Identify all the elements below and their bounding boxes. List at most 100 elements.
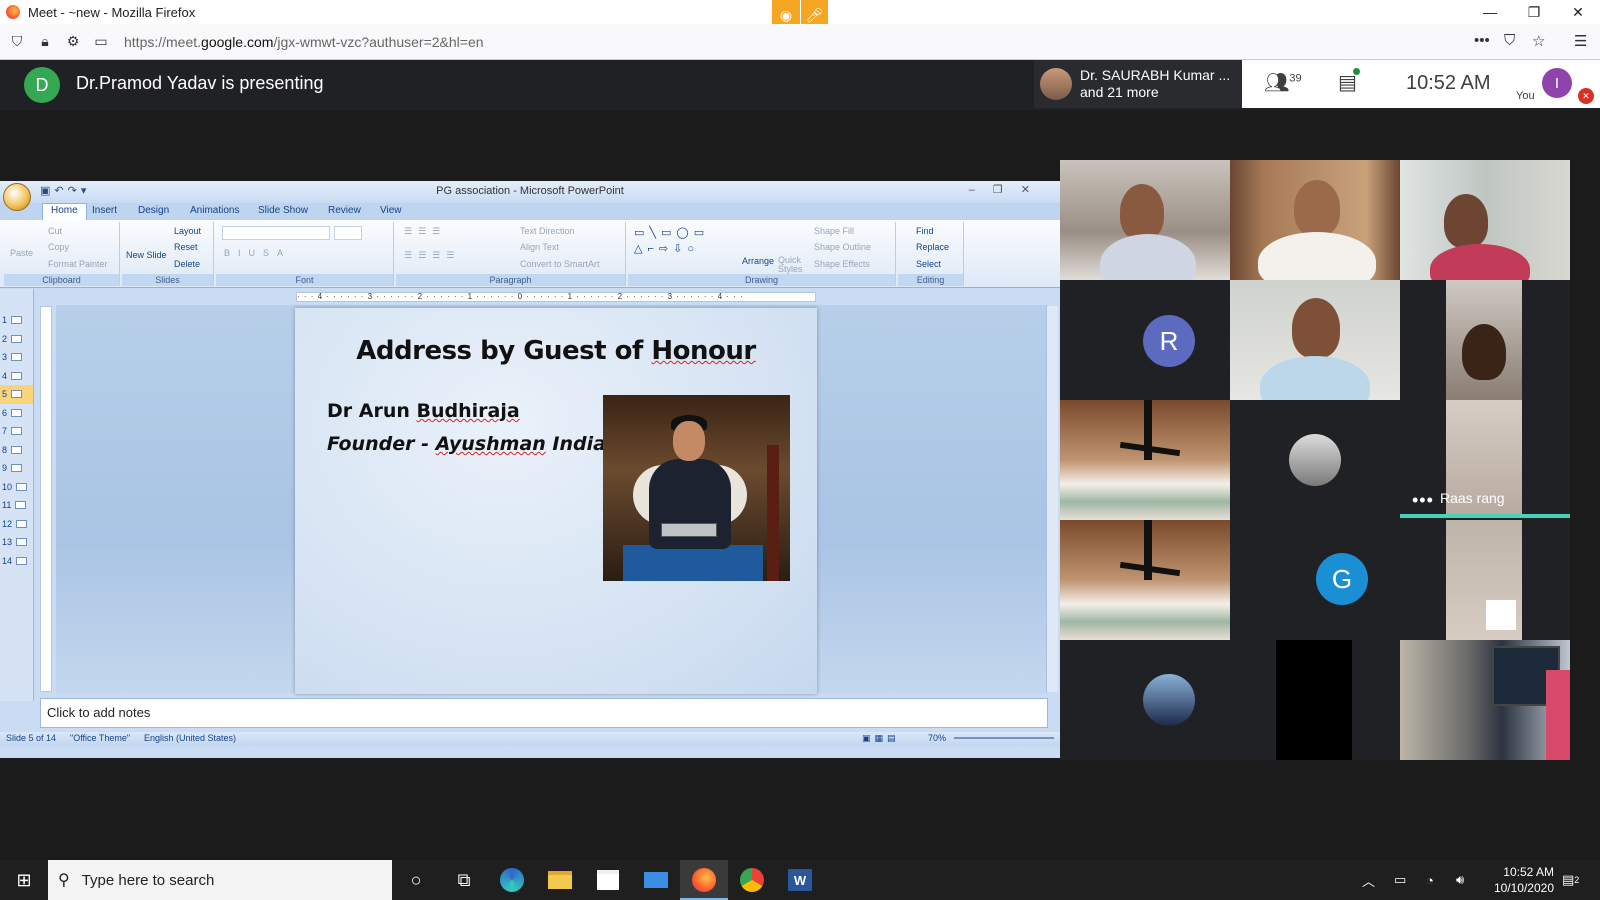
participant-tile[interactable]: G	[1230, 520, 1400, 640]
slide-thumb-selected[interactable]: 5	[0, 385, 33, 404]
vertical-scrollbar[interactable]	[1046, 306, 1058, 692]
slide-thumb[interactable]: 1	[0, 311, 33, 330]
paste-button[interactable]: Paste	[10, 248, 33, 258]
store-icon[interactable]	[584, 860, 632, 900]
participant-tile[interactable]	[1230, 640, 1400, 760]
menu-icon[interactable]: ☰	[1574, 32, 1587, 50]
new-slide-button[interactable]: New Slide	[126, 250, 167, 260]
replace-button[interactable]: Replace	[916, 242, 949, 252]
participant-tile[interactable]	[1060, 520, 1230, 640]
file-explorer-icon[interactable]	[536, 860, 584, 900]
slide-thumb[interactable]: 2	[0, 330, 33, 349]
active-speakers[interactable]: Dr. SAURABH Kumar ... and 21 more	[1034, 60, 1242, 108]
close-icon[interactable]: ✕	[1556, 0, 1600, 24]
chat-button[interactable]: ▤	[1338, 68, 1360, 95]
find-button[interactable]: Find	[916, 226, 934, 236]
task-view-icon[interactable]: ⧉	[440, 860, 488, 900]
format-painter-button[interactable]: Format Painter	[48, 259, 108, 269]
copy-button[interactable]: Copy	[48, 242, 69, 252]
edge-icon[interactable]	[488, 860, 536, 900]
shape-effects-button[interactable]: Shape Effects	[814, 259, 870, 269]
align-buttons[interactable]: ☰☰☰☰	[404, 250, 460, 261]
bookmark-star-icon[interactable]: ☆	[1532, 32, 1545, 50]
office-button[interactable]	[3, 183, 31, 211]
participant-tile[interactable]	[1400, 160, 1570, 280]
slide-thumb[interactable]: 3	[0, 348, 33, 367]
convert-smartart-button[interactable]: Convert to SmartArt	[520, 259, 600, 269]
quick-styles-button[interactable]: Quick Styles	[778, 256, 804, 274]
minimize-icon[interactable]: —	[1468, 0, 1512, 24]
delete-button[interactable]: Delete	[174, 259, 200, 269]
tab-home[interactable]: Home	[42, 203, 87, 220]
slide-thumb[interactable]: 12	[0, 515, 33, 534]
tab-animations[interactable]: Animations	[190, 205, 239, 216]
participant-tile[interactable]	[1230, 160, 1400, 280]
slide-thumb[interactable]: 9	[0, 459, 33, 478]
word-icon[interactable]: W	[776, 860, 824, 900]
shape-outline-button[interactable]: Shape Outline	[814, 242, 871, 252]
more-actions-icon[interactable]: •••	[1474, 32, 1490, 49]
restore-icon[interactable]: ❐	[1512, 0, 1556, 24]
participants-button[interactable]: 👥︎39	[1264, 70, 1302, 95]
layout-button[interactable]: Layout	[174, 226, 201, 236]
chrome-icon[interactable]	[728, 860, 776, 900]
font-size-select[interactable]	[334, 226, 362, 240]
slide-thumb[interactable]: 13	[0, 533, 33, 552]
cut-button[interactable]: Cut	[48, 226, 62, 236]
participant-tile[interactable]: ••• Raas rang	[1400, 400, 1570, 520]
chat-icon[interactable]: ▭	[90, 33, 112, 50]
lock-icon[interactable]: 🔒︎	[34, 33, 56, 50]
view-buttons[interactable]: ▣▦▤	[862, 733, 900, 744]
font-name-select[interactable]	[222, 226, 330, 240]
ppt-window-controls[interactable]: –❐✕	[969, 183, 1048, 196]
pocket-icon[interactable]: ⛉	[1504, 32, 1515, 49]
taskbar-clock[interactable]: 10:52 AM 10/10/2020	[1494, 864, 1554, 896]
slide-thumb[interactable]: 4	[0, 367, 33, 386]
network-icon[interactable]: ◔	[1426, 860, 1434, 900]
shapes-gallery[interactable]: ▭╲▭◯▭	[634, 226, 709, 239]
tab-view[interactable]: View	[380, 205, 402, 216]
font-format-buttons[interactable]: BIUSA	[224, 248, 291, 258]
url-field[interactable]: https://meet.google.com/jgx-wmwt-vzc?aut…	[124, 34, 484, 50]
slide-thumb[interactable]: 14	[0, 552, 33, 571]
slide-thumb[interactable]: 6	[0, 404, 33, 423]
shapes-gallery-row2[interactable]: △⌐⇨⇩○	[634, 242, 699, 255]
participant-tile[interactable]	[1400, 280, 1570, 400]
volume-icon[interactable]: 🔊︎	[1456, 860, 1464, 900]
battery-icon[interactable]: ▭	[1394, 860, 1406, 900]
user-avatar[interactable]: I	[1542, 68, 1572, 98]
slide-thumb[interactable]: 8	[0, 441, 33, 460]
participant-tile[interactable]	[1230, 400, 1400, 520]
participant-tile[interactable]	[1060, 400, 1230, 520]
taskbar-search[interactable]: ⚲ Type here to search	[48, 860, 392, 900]
align-text-button[interactable]: Align Text	[520, 242, 559, 252]
participant-tile[interactable]	[1060, 640, 1230, 760]
select-button[interactable]: Select	[916, 259, 941, 269]
text-direction-button[interactable]: Text Direction	[520, 226, 575, 236]
windows-start-icon[interactable]: ⊞	[0, 860, 48, 900]
participant-tile[interactable]	[1060, 160, 1230, 280]
list-buttons[interactable]: ☰☰☰	[404, 226, 446, 237]
notes-pane[interactable]: Click to add notes	[40, 698, 1048, 728]
participant-tile[interactable]	[1230, 280, 1400, 400]
permissions-icon[interactable]: ⚙	[62, 33, 84, 50]
tab-review[interactable]: Review	[328, 205, 361, 216]
shape-fill-button[interactable]: Shape Fill	[814, 226, 854, 236]
participant-tile[interactable]	[1400, 520, 1570, 640]
tab-slide-show[interactable]: Slide Show	[258, 205, 308, 216]
participant-tile[interactable]: R	[1060, 280, 1230, 400]
slide-thumb[interactable]: 11	[0, 496, 33, 515]
slide-thumb[interactable]: 7	[0, 422, 33, 441]
cortana-icon[interactable]: ○	[392, 860, 440, 900]
shield-icon[interactable]: ⛉	[6, 33, 28, 50]
notifications-icon[interactable]: ▤ 2	[1562, 860, 1579, 900]
tab-design[interactable]: Design	[138, 205, 169, 216]
mail-icon[interactable]	[632, 860, 680, 900]
participant-tile[interactable]	[1400, 640, 1570, 760]
more-options-icon[interactable]: •••	[1412, 490, 1434, 511]
slide-thumb[interactable]: 10	[0, 478, 33, 497]
slide[interactable]: Address by Guest of Honour Dr Arun Budhi…	[295, 308, 817, 694]
tab-insert[interactable]: Insert	[92, 205, 117, 216]
tray-overflow-icon[interactable]: ︿	[1362, 860, 1375, 900]
reset-button[interactable]: Reset	[174, 242, 198, 252]
